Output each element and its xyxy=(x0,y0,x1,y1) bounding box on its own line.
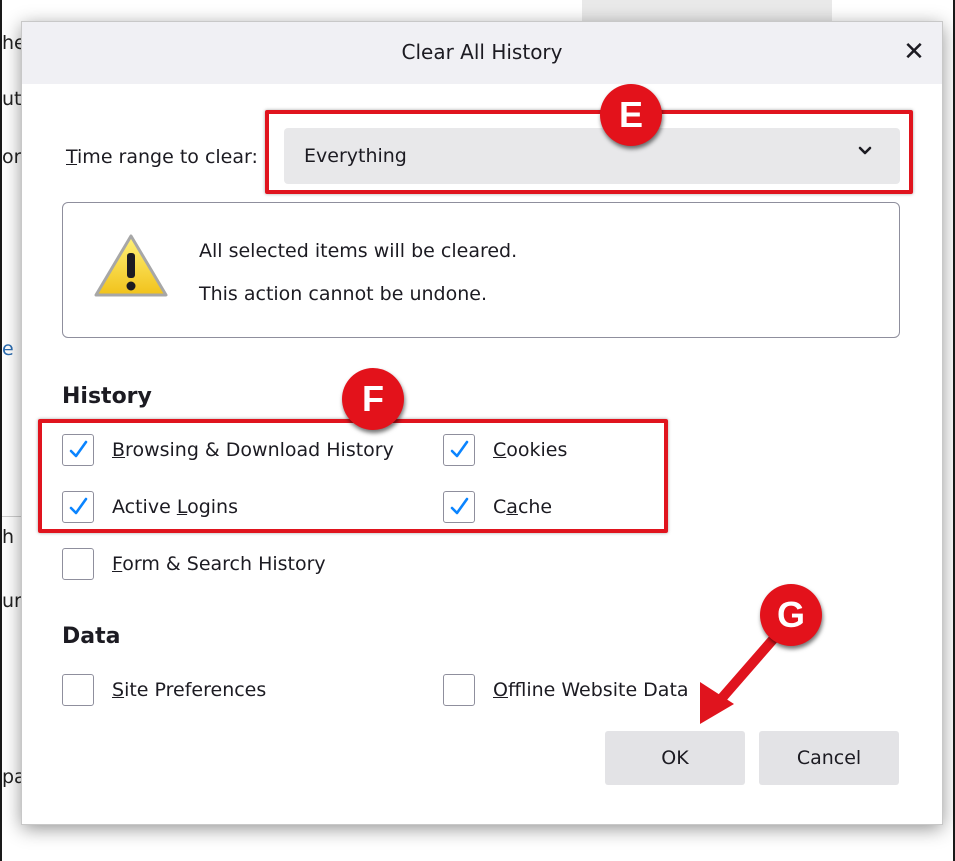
cancel-button[interactable]: Cancel xyxy=(759,731,899,785)
close-button[interactable]: ✕ xyxy=(898,36,930,68)
checkbox-site-preferences[interactable]: Site Preferences xyxy=(62,674,302,710)
checkbox-label: Form & Search History xyxy=(112,553,326,575)
ok-button[interactable]: OK xyxy=(605,731,745,785)
annotation-badge-f: F xyxy=(342,368,404,430)
time-range-label: Time range to clear: xyxy=(66,146,258,168)
dialog-title: Clear All History xyxy=(401,40,563,64)
checkbox-box[interactable] xyxy=(443,674,475,706)
warning-text-line2: This action cannot be undone. xyxy=(199,283,488,305)
background-link[interactable]: e xyxy=(2,338,14,360)
checkbox-box[interactable] xyxy=(62,674,94,706)
annotation-badge-e: E xyxy=(600,84,662,146)
warning-text-line1: All selected items will be cleared. xyxy=(199,240,518,262)
warning-icon xyxy=(94,234,168,297)
background-divider xyxy=(2,516,24,517)
annotation-box-f xyxy=(38,419,668,533)
annotation-box-e xyxy=(265,110,913,194)
background-text: ur xyxy=(2,590,22,612)
close-icon: ✕ xyxy=(903,37,925,67)
background-text: h xyxy=(2,526,15,548)
annotation-badge-g: G xyxy=(760,584,822,646)
background-tab xyxy=(582,0,832,22)
history-heading: History xyxy=(62,384,152,409)
data-heading: Data xyxy=(62,624,121,649)
dialog-titlebar: Clear All History ✕ xyxy=(22,22,942,84)
checkbox-label: Offline Website Data xyxy=(493,679,689,701)
background-text: ut xyxy=(2,88,22,110)
checkbox-box[interactable] xyxy=(62,548,94,580)
checkbox-form-search-history[interactable]: Form & Search History xyxy=(62,548,362,584)
warning-box: All selected items will be cleared. This… xyxy=(62,202,900,338)
checkbox-label: Site Preferences xyxy=(112,679,267,701)
checkbox-offline-website-data[interactable]: Offline Website Data xyxy=(443,674,703,710)
